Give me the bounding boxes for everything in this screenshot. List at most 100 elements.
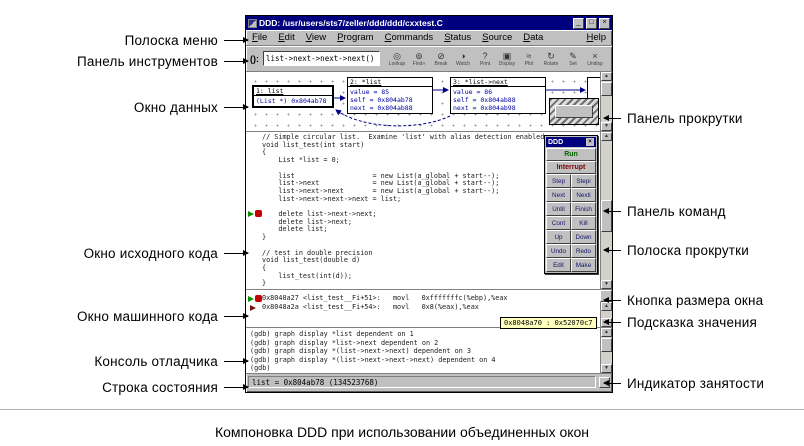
scroll-down-icon[interactable]: ▼ — [601, 280, 612, 289]
callout-arrow — [604, 118, 621, 119]
command-button-right[interactable]: Make — [571, 258, 596, 272]
console-line[interactable]: (gdb) — [250, 364, 496, 373]
maximize-button[interactable]: □ — [586, 18, 597, 29]
data-window[interactable]: 1: list (List *) 0x804ab78 2: *list valu… — [246, 72, 612, 132]
command-button-row: Next Nexti — [546, 188, 596, 202]
menu-item-help[interactable]: Help — [586, 32, 606, 43]
command-button-left[interactable]: Undo — [546, 244, 571, 258]
command-button-left[interactable]: Cont — [546, 216, 571, 230]
toolbar-button-label: Display — [499, 61, 515, 67]
source-code-line[interactable]: list->next->next->next = list; — [262, 196, 544, 204]
console-line[interactable]: (gdb) graph display *(list->next->next->… — [250, 356, 496, 365]
toolbar-button-label: Undisp — [587, 61, 603, 67]
figure-root: DDD: /usr/users/sts7/zeller/ddd/ddd/cxxt… — [0, 0, 804, 446]
command-button-right[interactable]: Nexti — [571, 188, 596, 202]
callout-arrow — [224, 316, 248, 317]
menu-item[interactable]: Edit — [278, 32, 294, 43]
scrollbar-thumb[interactable] — [601, 82, 612, 96]
scroll-up-icon[interactable]: ▲ — [601, 132, 612, 141]
run-button[interactable]: Run — [546, 148, 596, 161]
console-lines: (gdb) graph display *list dependent on 1… — [250, 330, 496, 373]
toolbar-button[interactable]: ⊘ Break — [430, 51, 452, 67]
toolbar-button[interactable]: ⊚ Find» — [408, 51, 430, 67]
scroll-up-icon[interactable]: ▲ — [601, 72, 612, 81]
toolbar-button-icon: ◎ — [393, 51, 401, 61]
command-tool-close-icon[interactable]: × — [586, 138, 594, 146]
toolbar-button-label: Watch — [456, 61, 470, 67]
argument-input[interactable] — [263, 51, 380, 66]
command-button-right[interactable]: Stepi — [571, 174, 596, 188]
toolbar-button-label: Plot — [525, 61, 534, 67]
callout-label: Окно исходного кода — [84, 246, 218, 261]
toolbar-button[interactable]: ? Print — [474, 51, 496, 67]
graph-node[interactable]: 1: list (List *) 0x804ab78 — [252, 85, 334, 108]
console-scrollbar[interactable]: ▲ ▼ — [600, 328, 612, 373]
window-titlebar[interactable]: DDD: /usr/users/sts7/zeller/ddd/ddd/cxxt… — [246, 16, 612, 30]
command-tool-titlebar[interactable]: DDD × — [546, 137, 596, 147]
source-code-line[interactable]: delete list; — [262, 226, 544, 234]
console-line[interactable]: (gdb) graph display *(list->next->next) … — [250, 347, 496, 356]
toolbar-button[interactable]: ≈ Plot — [518, 51, 540, 67]
toolbar-button[interactable]: ◎ Lookup — [386, 51, 408, 67]
callout: Подсказка значения — [604, 315, 757, 330]
ddd-main-window: DDD: /usr/users/sts7/zeller/ddd/ddd/cxxt… — [245, 15, 613, 393]
minimize-button[interactable]: _ — [573, 18, 584, 29]
source-window[interactable]: // Simple circular list. Examine 'list' … — [246, 132, 612, 290]
command-button-left[interactable]: Until — [546, 202, 571, 216]
callout-label: Строка состояния — [102, 380, 218, 395]
command-tool-title: DDD — [548, 139, 563, 146]
command-button-right[interactable]: Kill — [571, 216, 596, 230]
machine-code-line[interactable]: 0x8048a2a <list_test__Fi+54>: movl 0x8(%… — [262, 303, 508, 312]
interrupt-button[interactable]: Interrupt — [546, 161, 596, 174]
toolbar-button[interactable]: ▣ Display — [496, 51, 518, 67]
command-button-row: Step Stepi — [546, 174, 596, 188]
source-code-line[interactable]: } — [262, 234, 544, 242]
status-text: list = 0x804ab78 (134523768) — [248, 376, 596, 388]
menu-item[interactable]: Source — [482, 32, 512, 43]
menu-item[interactable]: Status — [444, 32, 471, 43]
machine-code-line[interactable]: 0x8048a27 <list_test__Fi+51>: movl 0xfff… — [262, 294, 508, 303]
debugger-console[interactable]: (gdb) graph display *list dependent on 1… — [246, 328, 612, 374]
command-button-right[interactable]: Down — [571, 230, 596, 244]
toolbar-button[interactable]: ◑ Watch — [452, 51, 474, 67]
graph-node-values: value = 86 self = 0x804ab88 next = 0x804… — [451, 87, 545, 113]
scroll-down-icon[interactable]: ▼ — [601, 364, 612, 373]
command-button-left[interactable]: Next — [546, 188, 571, 202]
command-button-right[interactable]: Finish — [571, 202, 596, 216]
command-button-right[interactable]: Redo — [571, 244, 596, 258]
close-button[interactable]: × — [599, 18, 610, 29]
argument-label: (): — [250, 54, 259, 64]
callout-arrow — [604, 322, 621, 323]
graph-node-values: (List *) 0x804ab78 — [254, 96, 332, 106]
source-code-line[interactable]: } — [262, 280, 544, 288]
command-button-left[interactable]: Up — [546, 230, 571, 244]
breakpoint-icon[interactable] — [248, 210, 262, 217]
console-line[interactable]: (gdb) graph display *list dependent on 1 — [250, 330, 496, 339]
command-button-left[interactable]: Edit — [546, 258, 571, 272]
menu-item[interactable]: View — [306, 32, 326, 43]
source-code-line[interactable]: void list_test(int start) — [262, 142, 544, 150]
status-line: list = 0x804ab78 (134523768) — [246, 374, 612, 390]
command-button-left[interactable]: Step — [546, 174, 571, 188]
machine-breakpoint-icon[interactable] — [248, 295, 262, 302]
menu-item[interactable]: Data — [523, 32, 543, 43]
panner[interactable] — [549, 98, 599, 125]
callout: Панель прокрутки — [604, 111, 743, 126]
callout-label: Полоска прокрутки — [627, 243, 749, 258]
caption-divider — [0, 409, 804, 410]
toolbar-button[interactable]: ✎ Set — [562, 51, 584, 67]
menu-item[interactable]: Program — [337, 32, 373, 43]
source-code-line[interactable]: list_test(int(d)); — [262, 273, 544, 281]
graph-node[interactable]: 3: *list->next value = 86 self = 0x804ab… — [450, 77, 546, 114]
console-line[interactable]: (gdb) graph display *list->next dependen… — [250, 339, 496, 348]
toolbar-button[interactable]: × Undisp — [584, 51, 606, 67]
graph-node[interactable]: 2: *list value = 85 self = 0x804ab78 nex… — [347, 77, 433, 114]
scrollbar-thumb[interactable] — [601, 338, 612, 352]
source-code-line[interactable]: List *list = 0; — [262, 157, 544, 165]
callout: Полоска меню — [125, 33, 248, 48]
menu-item[interactable]: Commands — [385, 32, 434, 43]
toolbar-button[interactable]: ↻ Rotate — [540, 51, 562, 67]
menu-item[interactable]: File — [252, 32, 267, 43]
panner-handle[interactable] — [555, 105, 593, 118]
source-code-line[interactable]: void list_test(double d) — [262, 257, 544, 265]
